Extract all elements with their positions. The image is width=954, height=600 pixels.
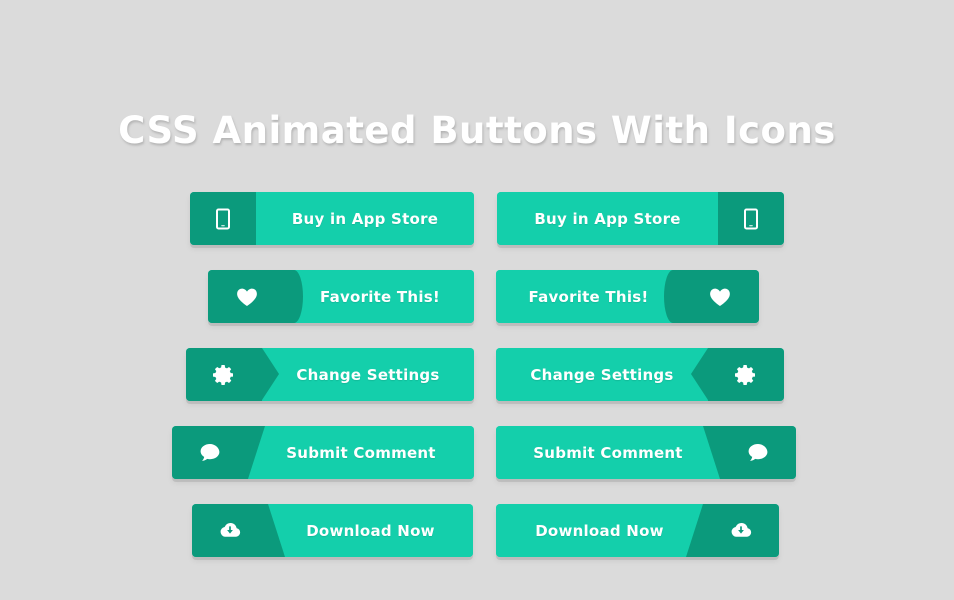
buy-in-app-store-icon-left-icon-pane (190, 192, 256, 245)
gear-icon (734, 363, 758, 387)
change-settings-icon-right-label-pane: Change Settings (496, 348, 708, 401)
submit-comment-icon-right-label-pane: Submit Comment (496, 426, 720, 479)
download-now-icon-right-label: Download Now (535, 521, 664, 540)
download-now-icon-left-label-pane: Download Now (268, 504, 473, 557)
favorite-this-icon-left-icon-pane (208, 270, 303, 323)
favorite-this-icon-right-label-pane: Favorite This! (496, 270, 700, 323)
button-row: Download Now Download Now (0, 504, 954, 582)
buy-in-app-store-icon-left-label-pane: Buy in App Store (256, 192, 474, 245)
change-settings-icon-left-icon-pane (186, 348, 279, 401)
download-now-icon-right-label-pane: Download Now (496, 504, 703, 557)
cloud-download-icon (218, 519, 242, 543)
button-grid: Buy in App Store Buy in App Store Favorit… (0, 192, 954, 582)
change-settings-icon-left-label: Change Settings (296, 365, 440, 384)
button-row: Buy in App Store Buy in App Store (0, 192, 954, 270)
download-now-icon-right-icon-pane (703, 504, 779, 557)
change-settings-icon-left-button[interactable]: Change Settings (186, 348, 474, 401)
tablet-icon (211, 207, 235, 231)
download-now-icon-right-button[interactable]: Download Now (496, 504, 779, 557)
button-row: Change Settings Change Settings (0, 348, 954, 426)
buy-in-app-store-icon-right-icon-pane (718, 192, 784, 245)
submit-comment-icon-left-button[interactable]: Submit Comment (172, 426, 474, 479)
change-settings-icon-right-icon-pane (691, 348, 784, 401)
submit-comment-icon-left-label: Submit Comment (286, 443, 436, 462)
favorite-this-icon-right-button[interactable]: Favorite This! (496, 270, 759, 323)
buy-in-app-store-icon-left-label: Buy in App Store (291, 209, 439, 228)
buy-in-app-store-icon-left-button[interactable]: Buy in App Store (190, 192, 474, 245)
cloud-download-icon (729, 519, 753, 543)
buy-in-app-store-icon-right-button[interactable]: Buy in App Store (497, 192, 784, 245)
buy-in-app-store-icon-right-label: Buy in App Store (534, 209, 681, 228)
change-settings-icon-left-label-pane: Change Settings (262, 348, 474, 401)
favorite-this-icon-left-label: Favorite This! (320, 287, 440, 306)
submit-comment-icon-left-label-pane: Submit Comment (248, 426, 474, 479)
favorite-this-icon-left-label-pane: Favorite This! (267, 270, 474, 323)
submit-comment-icon-right-icon-pane (720, 426, 796, 479)
page-title: CSS Animated Buttons With Icons (118, 108, 836, 152)
heart-icon (235, 285, 259, 309)
download-now-icon-left-icon-pane (192, 504, 268, 557)
comment-icon (746, 441, 770, 465)
page-root: CSS Animated Buttons With Icons Buy in A… (0, 0, 954, 600)
favorite-this-icon-right-icon-pane (664, 270, 759, 323)
buy-in-app-store-icon-right-label-pane: Buy in App Store (497, 192, 718, 245)
button-row: Submit Comment Submit Comment (0, 426, 954, 504)
submit-comment-icon-left-icon-pane (172, 426, 248, 479)
button-row: Favorite This! Favorite This! (0, 270, 954, 348)
favorite-this-icon-right-label: Favorite This! (528, 287, 649, 306)
heart-icon (708, 285, 732, 309)
submit-comment-icon-right-button[interactable]: Submit Comment (496, 426, 796, 479)
tablet-icon (739, 207, 763, 231)
favorite-this-icon-left-button[interactable]: Favorite This! (208, 270, 474, 323)
submit-comment-icon-right-label: Submit Comment (533, 443, 683, 462)
download-now-icon-left-button[interactable]: Download Now (192, 504, 473, 557)
comment-icon (198, 441, 222, 465)
change-settings-icon-right-button[interactable]: Change Settings (496, 348, 784, 401)
change-settings-icon-right-label: Change Settings (530, 365, 674, 384)
download-now-icon-left-label: Download Now (306, 521, 435, 540)
gear-icon (212, 363, 236, 387)
